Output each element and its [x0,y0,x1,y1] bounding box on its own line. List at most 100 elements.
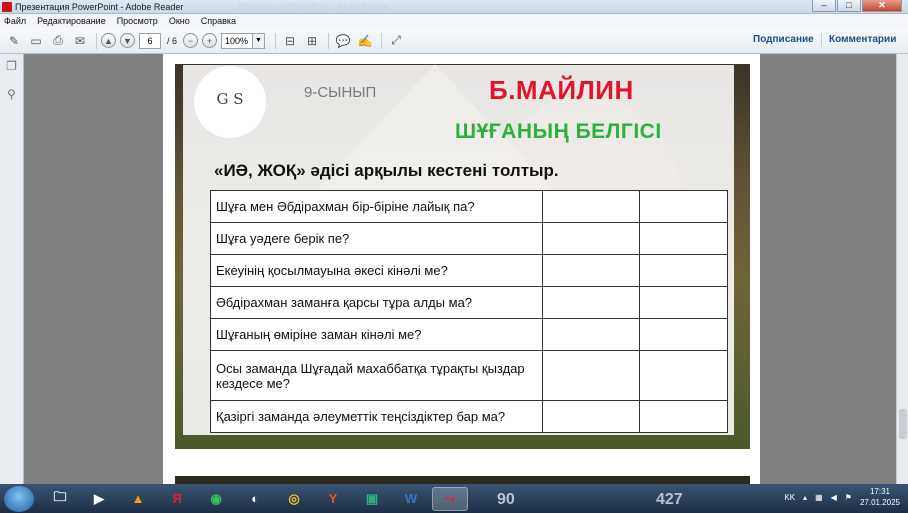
answer-no-cell [639,254,728,287]
table-row: Осы заманда Шұғадай махаббатқа тұрақты қ… [209,350,728,401]
questions-table: Шұға мен Әбдірахман бір-біріне лайық па?… [209,190,728,433]
explorer-icon[interactable]: 🗀 [42,487,78,511]
attachment-icon[interactable]: ⚲ [5,88,18,101]
whatsapp-icon[interactable]: ◉ [198,487,234,511]
zoom-level-input[interactable]: 100% [221,32,254,49]
zoom-out-icon[interactable]: − [183,33,199,48]
pdf-page: G S 9-СЫНЫП Б.МАЙЛИН ШҰҒАНЫҢ БЕЛГІСІ «ИӘ… [163,54,760,484]
question-cell: Осы заманда Шұғадай махаббатқа тұрақты қ… [209,350,544,401]
taskbar: 🗀 ▶ ▲ Я ◉ ◐ ◎ Y ▣ W ⤳ [0,484,908,513]
fit-page-icon[interactable]: ⊟ [280,32,300,50]
sign-button[interactable]: Подписание [753,34,814,45]
answer-no-cell [639,190,728,223]
question-cell: Шұғаның өміріне заман кінәлі ме? [209,318,544,351]
pages-icon[interactable]: ❐ [5,60,18,73]
yandex-icon[interactable]: Я [159,487,195,511]
toolbar-divider [96,32,97,49]
toolbar-divider [328,32,330,49]
flag-icon[interactable]: ⚑ [845,493,852,502]
fit-width-icon[interactable]: ⊞ [302,32,322,50]
background-window-title: Презентация PowerPoint - Adobe Reader [238,2,388,11]
title-bar: Презентация PowerPoint - Adobe Reader Пр… [0,0,908,14]
menu-edit[interactable]: Редактирование [37,16,106,26]
print-icon[interactable]: ⎙ [48,32,68,50]
system-tray: KK ▴ ▦ ◀ ⚑ 17:31 27.01.2025 [784,486,900,508]
comments-button[interactable]: Комментарии [829,34,896,45]
toolbar-divider [821,33,822,47]
table-row: Шұға уәдеге берік пе? [209,222,728,255]
clock-time: 17:31 [869,487,890,496]
answer-yes-cell [542,318,641,351]
menu-window[interactable]: Окно [169,16,190,26]
save-icon[interactable]: ▭ [26,32,46,50]
question-cell: Шұға мен Әбдірахман бір-біріне лайық па? [209,190,544,223]
page-number-input[interactable]: 6 [139,32,161,49]
yandex-browser-icon[interactable]: Y [315,487,351,511]
email-icon[interactable]: ✉ [70,32,90,50]
page-total: / 6 [167,35,178,46]
vertical-scrollbar[interactable] [896,54,908,484]
highlight-icon[interactable]: ✍ [355,32,375,50]
answer-no-cell [639,286,728,319]
logo-monogram: G S [216,90,244,108]
answer-yes-cell [542,286,641,319]
language-indicator[interactable]: KK [784,493,795,502]
volume-icon[interactable]: ◀ [831,493,837,502]
answer-no-cell [639,222,728,255]
expand-icon[interactable]: ⤢ [386,32,406,50]
menu-bar: Файл Редактирование Просмотр Окно Справк… [0,14,908,28]
menu-view[interactable]: Просмотр [117,16,158,26]
question-cell: Екеуінің қосылмауына әкесі кінәлі ме? [209,254,544,287]
author-title: Б.МАЙЛИН [489,75,634,105]
clock[interactable]: 17:31 27.01.2025 [860,486,900,508]
question-cell: Әбдірахман заманға қарсы тұра алды ма? [209,286,544,319]
network-icon[interactable]: ▦ [815,493,823,502]
logo-caption [230,108,231,112]
window-title: Презентация PowerPoint - Adobe Reader [15,1,184,12]
answer-yes-cell [542,190,641,223]
question-cell: Шұға уәдеге берік пе? [209,222,544,255]
grade-label: 9-СЫНЫП [304,84,377,101]
taskbar-value-left: 90 [497,491,515,508]
slide-content-panel: G S 9-СЫНЫП Б.МАЙЛИН ШҰҒАНЫҢ БЕЛГІСІ «ИӘ… [183,65,734,435]
table-row: Қазіргі заманда әлеуметтік теңсіздіктер … [209,400,728,433]
answer-no-cell [639,318,728,351]
navigation-panel: ❐ ⚲ [0,54,24,484]
menu-help[interactable]: Справка [201,16,236,26]
start-button[interactable] [4,485,34,512]
photos-icon[interactable]: ◐ [237,487,273,511]
next-page-icon[interactable]: ▼ [120,33,135,48]
taskbar-value-right: 427 [656,491,683,508]
school-logo: G S [194,66,266,138]
chrome-icon[interactable]: ◎ [276,487,312,511]
table-row: Шұға мен Әбдірахман бір-біріне лайық па? [209,190,728,223]
maximize-button[interactable]: □ [837,0,861,12]
table-row: Екеуінің қосылмауына әкесі кінәлі ме? [209,254,728,287]
chevron-down-icon[interactable]: ▼ [253,32,266,49]
toolbar-divider [381,32,383,49]
answer-no-cell [639,400,728,433]
vlc-icon[interactable]: ▲ [120,487,156,511]
answer-yes-cell [542,350,641,401]
answer-yes-cell [542,222,641,255]
answer-yes-cell [542,400,641,433]
word-icon[interactable]: W [393,487,429,511]
comment-icon[interactable]: 💬 [333,32,353,50]
chevron-up-icon[interactable]: ▴ [803,493,807,502]
answer-yes-cell [542,254,641,287]
instruction-text: «ИӘ, ЖОҚ» әдісі арқылы кестені толтыр. [214,161,559,180]
previous-page-icon[interactable]: ▲ [101,33,116,48]
edit-icon[interactable]: ✎ [4,32,24,50]
menu-file[interactable]: Файл [4,16,26,26]
kaspersky-icon[interactable]: ▣ [354,487,390,511]
question-cell: Қазіргі заманда әлеуметтік теңсіздіктер … [209,400,544,433]
media-player-icon[interactable]: ▶ [81,487,117,511]
close-button[interactable]: ✕ [862,0,902,12]
slide-image: G S 9-СЫНЫП Б.МАЙЛИН ШҰҒАНЫҢ БЕЛГІСІ «ИӘ… [175,64,750,449]
minimize-button[interactable]: – [812,0,836,12]
scrollbar-thumb[interactable] [899,409,907,439]
zoom-in-icon[interactable]: + [202,33,218,48]
adobe-reader-icon[interactable]: ⤳ [432,486,468,511]
table-row: Шұғаның өміріне заман кінәлі ме? [209,318,728,351]
toolbar-divider [275,32,277,49]
